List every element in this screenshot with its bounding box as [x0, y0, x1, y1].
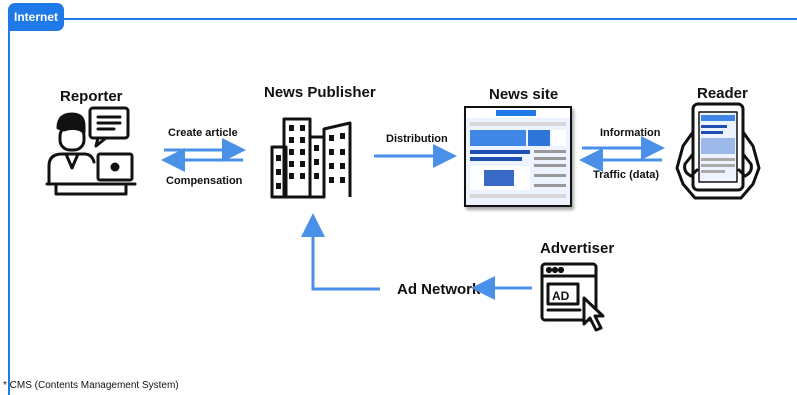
network-to-publisher-arrow [301, 213, 380, 291]
ad-window-click-icon [540, 262, 605, 332]
tablet-in-hands-icon [675, 102, 761, 200]
news-website-screenshot [464, 106, 572, 207]
ad-text: AD [552, 289, 570, 303]
footnote: * CMS (Contents Management System) [3, 380, 179, 391]
reporter-at-laptop-icon [45, 106, 137, 196]
buildings-icon [270, 117, 352, 199]
